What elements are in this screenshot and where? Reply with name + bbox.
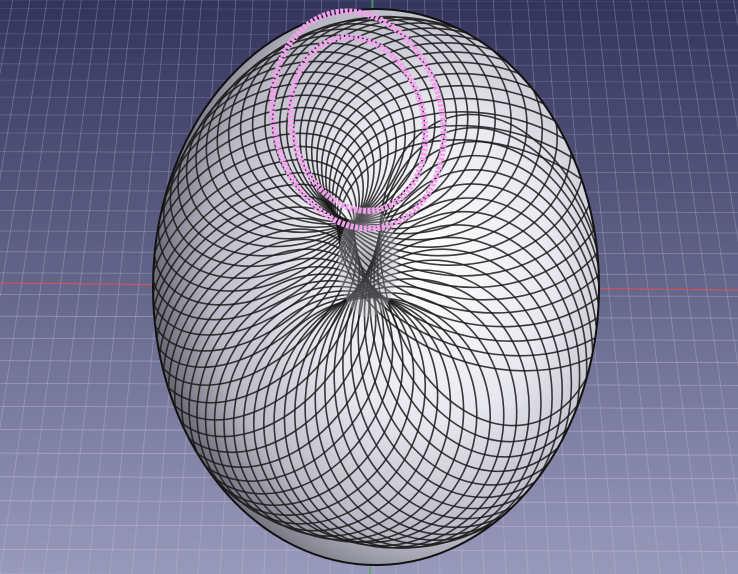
3d-viewport[interactable] <box>0 0 738 574</box>
3d-scene[interactable] <box>0 0 738 574</box>
